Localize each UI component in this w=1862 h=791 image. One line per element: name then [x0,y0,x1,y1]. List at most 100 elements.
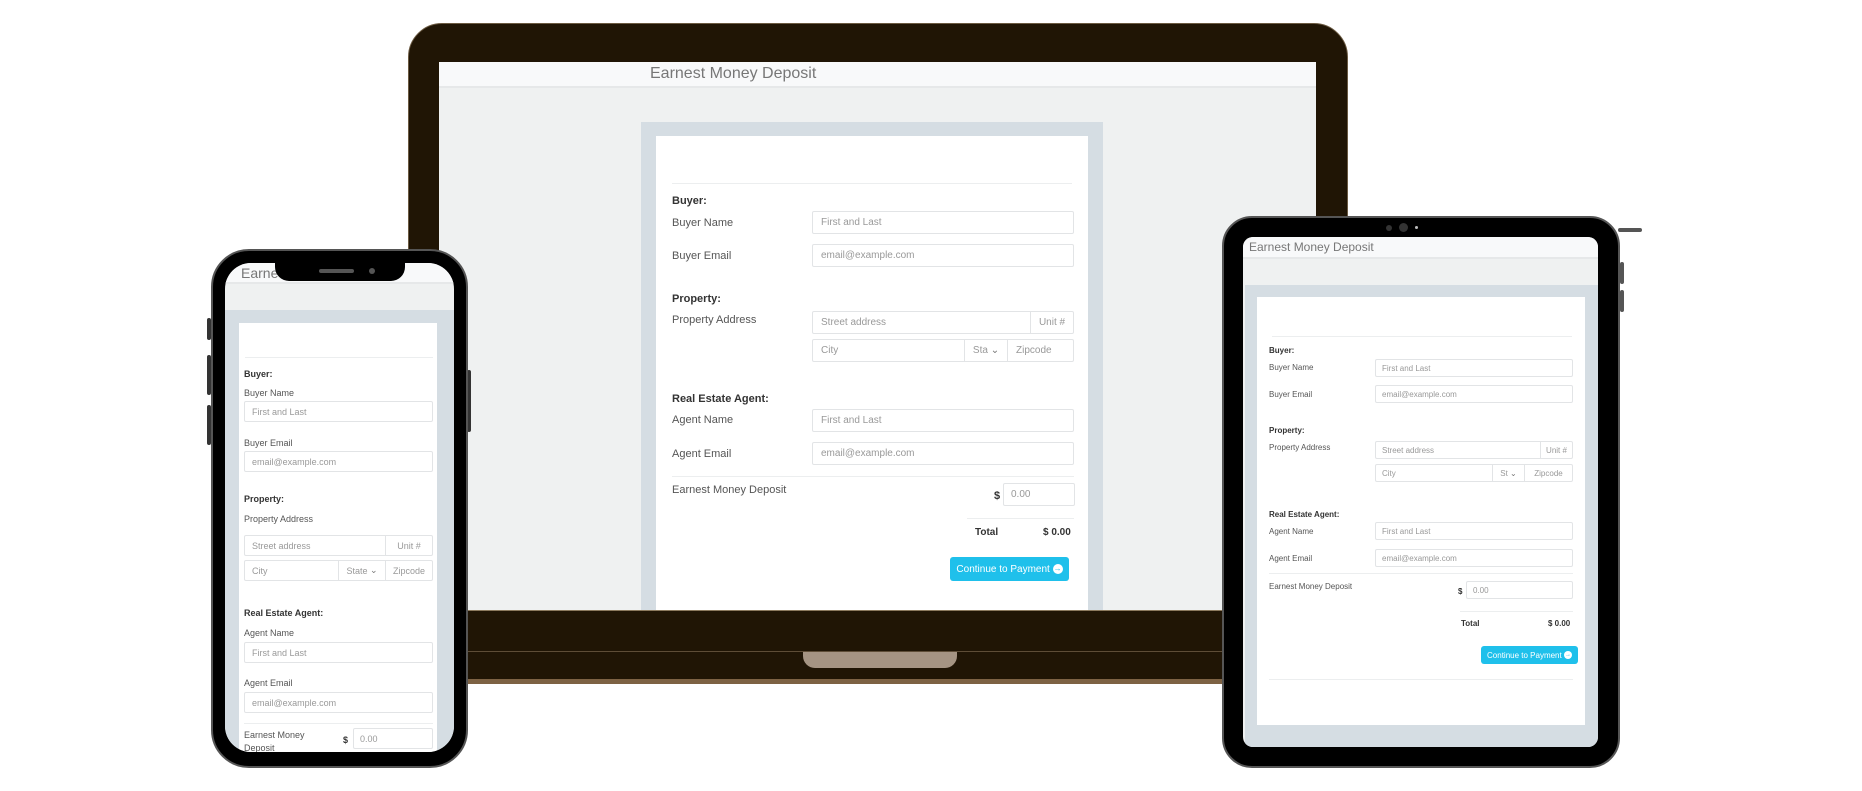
state-select[interactable]: State ⌄ [338,561,385,580]
deposit-divider [1269,573,1573,574]
zipcode-input[interactable]: Zipcode [1007,340,1073,361]
phone-screen: Earne Buyer: Buyer Name First and Last B… [225,263,454,752]
circle-arrow-right-icon: → [1052,564,1063,574]
state-select-value: St [1500,468,1508,478]
total-value: $ 0.00 [1548,619,1571,628]
state-select-value: Sta [972,345,988,356]
agent-email-label: Agent Email [244,678,293,688]
unit-input[interactable]: Unit # [1030,312,1073,333]
deposit-placeholder: 0.00 [360,733,378,744]
continue-to-payment-button[interactable]: Continue to Payment → [1481,646,1578,664]
agent-email-label: Agent Email [1269,554,1313,563]
currency-symbol: $ [343,735,349,745]
buyer-name-input[interactable]: First and Last [244,401,433,422]
agent-name-placeholder: First and Last [821,415,882,426]
buyer-name-label: Buyer Name [244,388,295,398]
agent-section-heading: Real Estate Agent: [244,608,324,618]
buyer-email-placeholder: email@example.com [252,456,337,467]
app-header: Earnest Money Deposit [439,62,1316,88]
deposit-label-line1: Earnest Money [244,730,305,740]
continue-to-payment-button[interactable]: Continue to Payment → [950,557,1069,581]
unit-input[interactable]: Unit # [1540,442,1572,458]
deposit-divider [672,476,1074,477]
state-select[interactable]: St ⌄ [1492,465,1524,481]
zipcode-input[interactable]: Zipcode [385,561,432,580]
top-divider [245,357,433,358]
top-divider [672,183,1072,184]
form-card: Buyer: Buyer Name First and Last Buyer E… [1257,297,1585,725]
city-input[interactable]: City [1376,469,1492,478]
tablet-camera-icon [1399,223,1408,232]
total-label: Total [975,527,999,538]
trackpad-notch [803,652,957,668]
street-input[interactable]: Street address [813,317,1030,328]
buyer-email-label: Buyer Email [244,438,293,448]
total-label: Total [1461,619,1480,628]
deposit-label-line2: Deposit [244,743,275,752]
address-row-1: Street address Unit # [244,535,433,556]
tablet-screen: Earnest Money Deposit Buyer: Buyer Name … [1243,237,1598,747]
buyer-section-heading: Buyer: [1269,346,1295,355]
buyer-email-input[interactable]: email@example.com [244,451,433,472]
buyer-name-placeholder: First and Last [821,217,882,228]
laptop-screen: Earnest Money Deposit Buyer: Buyer Name … [439,62,1316,610]
form-card: Buyer: Buyer Name First and Last Buyer E… [656,136,1088,610]
address-row-2: City Sta ⌄ Zipcode [812,339,1074,362]
agent-email-input[interactable]: email@example.com [1375,549,1573,567]
phone-notch [275,262,405,281]
buyer-email-placeholder: email@example.com [821,250,915,261]
speaker-icon [319,269,354,273]
app-title: Earnest Money Deposit [1249,240,1374,254]
buyer-email-input[interactable]: email@example.com [812,244,1074,267]
tablet-top-button [1618,228,1642,232]
currency-symbol: $ [994,490,1001,502]
street-input[interactable]: Street address [1376,446,1540,455]
agent-name-input[interactable]: First and Last [812,409,1074,432]
street-input[interactable]: Street address [245,541,385,551]
deposit-amount-input[interactable]: 0.00 [1466,581,1573,599]
buyer-email-label: Buyer Email [672,250,732,262]
deposit-divider [244,723,433,724]
buyer-name-label: Buyer Name [1269,363,1314,372]
continue-button-label: Continue to Payment [956,563,1050,575]
agent-name-label: Agent Name [1269,527,1314,536]
property-address-label: Property Address [1269,443,1331,452]
form-card: Buyer: Buyer Name First and Last Buyer E… [239,323,437,752]
agent-name-placeholder: First and Last [252,647,307,658]
continue-button-label: Continue to Payment [1487,650,1562,660]
chevron-down-icon: ⌄ [369,565,378,575]
buyer-name-input[interactable]: First and Last [1375,359,1573,377]
agent-email-input[interactable]: email@example.com [812,442,1074,465]
agent-email-placeholder: email@example.com [821,448,915,459]
chevron-down-icon: ⌄ [990,345,1000,356]
state-select-value: State [346,565,368,576]
total-value: $ 0.00 [1043,527,1071,538]
agent-email-label: Agent Email [672,448,732,460]
tablet-camera-cluster [1386,223,1446,233]
agent-name-input[interactable]: First and Last [244,642,433,663]
city-input[interactable]: City [245,566,338,576]
circle-arrow-right-icon: → [1563,651,1572,659]
app-title: Earnest Money Deposit [650,65,817,82]
agent-name-label: Agent Name [672,414,734,426]
agent-email-placeholder: email@example.com [252,697,337,708]
deposit-amount-input[interactable]: 0.00 [1003,483,1075,506]
chevron-down-icon: ⌄ [1510,468,1517,478]
agent-email-input[interactable]: email@example.com [244,692,433,713]
deposit-amount-input[interactable]: 0.00 [353,728,433,749]
agent-email-placeholder: email@example.com [1382,553,1457,563]
property-section-heading: Property: [244,494,285,504]
address-row-2: City St ⌄ Zipcode [1375,464,1573,482]
buyer-email-label: Buyer Email [1269,390,1313,399]
property-address-label: Property Address [672,314,757,326]
buyer-name-placeholder: First and Last [1382,363,1431,373]
zipcode-input[interactable]: Zipcode [1524,465,1572,481]
agent-name-input[interactable]: First and Last [1375,522,1573,540]
buyer-email-input[interactable]: email@example.com [1375,385,1573,403]
tablet-sensor-icon [1386,225,1392,231]
buyer-name-input[interactable]: First and Last [812,211,1074,234]
state-select[interactable]: Sta ⌄ [964,340,1007,361]
property-section-heading: Property: [672,293,721,305]
unit-input[interactable]: Unit # [385,536,432,555]
city-input[interactable]: City [813,345,964,356]
